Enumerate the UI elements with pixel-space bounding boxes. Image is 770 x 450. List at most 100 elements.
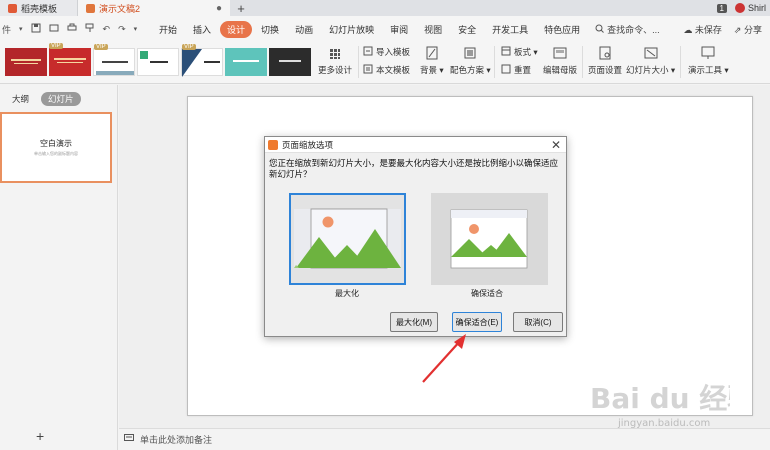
text-template-label: 本文模板 — [376, 65, 411, 75]
unsaved-label: 未保存 — [694, 24, 722, 35]
template-thumbnail[interactable] — [5, 48, 47, 76]
wps-presentation-icon — [268, 139, 278, 150]
dialog-message: 您正在缩放到新幻灯片大小，是要最大化内容大小还是按比例缩小以确保适应新幻灯片？ — [269, 158, 559, 179]
background-icon — [425, 46, 439, 62]
menu-developer[interactable]: 开发工具 — [485, 21, 535, 38]
vip-badge: VIP — [94, 44, 108, 50]
template-thumbnail[interactable]: VIP — [181, 44, 223, 77]
template-thumbnail[interactable] — [137, 48, 179, 76]
presentation-tools-label: 演示工具 ▾ — [688, 65, 729, 75]
presentation-tools-button[interactable]: 演示工具 ▾ — [688, 46, 729, 76]
template-thumbnail[interactable] — [269, 48, 311, 76]
redo-icon[interactable]: ↷ — [118, 24, 126, 35]
menu-security[interactable]: 安全 — [451, 21, 483, 38]
tab-docer-templates[interactable]: 稻壳模板 — [0, 0, 78, 16]
slide-size-button[interactable]: 幻灯片大小 ▾ — [626, 46, 675, 76]
command-search[interactable]: 查找命令、... — [589, 23, 666, 36]
close-icon[interactable]: ✕ — [551, 138, 561, 152]
reset-button[interactable]: 重置 — [501, 64, 531, 76]
ensure-fit-option[interactable] — [431, 193, 548, 285]
share-icon: ⇗ — [733, 24, 742, 35]
cancel-button[interactable]: 取消(C) — [513, 312, 563, 332]
template-thumbnail[interactable]: VIP — [93, 44, 135, 76]
color-scheme-button[interactable]: 配色方案 ▾ — [450, 46, 491, 76]
annotation-arrow-icon — [422, 334, 466, 383]
save-icon[interactable] — [31, 23, 41, 35]
color-scheme-label: 配色方案 ▾ — [450, 65, 491, 75]
notes-placeholder: 单击此处添加备注 — [140, 435, 213, 445]
undo-icon[interactable]: ↶ — [103, 24, 111, 35]
presentation-tools-text: 演示工具 — [688, 65, 723, 75]
grid-icon — [329, 48, 341, 62]
file-menu[interactable]: 件 — [2, 23, 11, 36]
color-scheme-text: 配色方案 — [450, 65, 485, 75]
tab-label: 稻壳模板 — [21, 3, 58, 14]
menubar-right: ☁ 未保存 ⇗ 分享 — [683, 23, 770, 36]
tab-presentation2[interactable]: 演示文稿2 ● — [78, 0, 230, 16]
ribbon-separator — [680, 46, 681, 78]
menu-features[interactable]: 特色应用 — [537, 21, 587, 38]
background-button[interactable]: 背景 ▾ — [420, 46, 444, 76]
import-icon — [363, 46, 373, 58]
page-scaling-dialog: 页面缩放选项 ✕ 您正在缩放到新幻灯片大小，是要最大化内容大小还是按比例缩小以确… — [264, 136, 567, 337]
menu-view[interactable]: 视图 — [417, 21, 449, 38]
notes-bar[interactable]: 单击此处添加备注 — [119, 428, 770, 450]
print-icon[interactable] — [67, 23, 77, 35]
menu-slideshow[interactable]: 幻灯片放映 — [322, 21, 381, 38]
background-label: 背景 ▾ — [420, 65, 444, 75]
layout-button[interactable]: 板式 ▾ — [501, 46, 538, 58]
template-gallery: VIP VIP VIP — [5, 43, 311, 78]
menu-insert[interactable]: 插入 — [186, 21, 218, 38]
watermark-brand-text: Bai du 经验 — [590, 382, 730, 415]
tab-outline[interactable]: 大纲 — [12, 93, 29, 105]
slide-size-label: 幻灯片大小 ▾ — [626, 65, 676, 75]
tab-bar: 稻壳模板 演示文稿2 ● + 1 Shirl — [0, 0, 770, 16]
print-preview-icon[interactable] — [49, 23, 59, 35]
menu-animations[interactable]: 动画 — [288, 21, 320, 38]
maximize-button[interactable]: 最大化(M) — [390, 312, 438, 332]
tab-label: 演示文稿2 — [99, 3, 141, 14]
chevron-down-icon[interactable]: ▾ — [134, 25, 138, 33]
menu-home[interactable]: 开始 — [152, 21, 184, 38]
template-thumbnail[interactable] — [225, 48, 267, 76]
user-name: Shirl — [747, 3, 766, 13]
import-template-button[interactable]: 导入模板 — [363, 46, 410, 58]
unsaved-status[interactable]: ☁ 未保存 — [683, 23, 722, 36]
more-designs-button[interactable]: 更多设计 — [318, 48, 352, 76]
chevron-down-icon[interactable]: ▾ — [19, 25, 23, 33]
ribbon-separator — [358, 46, 359, 78]
close-tab-icon[interactable]: ● — [216, 3, 222, 14]
user-account[interactable]: Shirl — [734, 3, 766, 13]
ensure-fit-button[interactable]: 确保适合(E) — [452, 312, 502, 332]
slide-thumbnail[interactable]: 空白演示 单击输入您的副标题内容 — [0, 112, 112, 183]
format-painter-icon[interactable] — [85, 23, 95, 35]
edit-master-button[interactable]: 编辑母版 — [543, 46, 577, 76]
design-ribbon: VIP VIP VIP 更多设计 导入模板 本文模板 背景 ▾ 配色方案 ▾ 板… — [0, 42, 770, 84]
import-template-label: 导入模板 — [376, 47, 411, 57]
menu-transitions[interactable]: 切换 — [254, 21, 286, 38]
maximize-option[interactable] — [289, 193, 406, 285]
add-slide-button[interactable]: + — [36, 428, 44, 444]
share-button[interactable]: ⇗ 分享 — [734, 23, 762, 36]
template-thumbnail[interactable]: VIP — [49, 43, 91, 76]
slide-thumbnail-subtitle: 单击输入您的副标题内容 — [34, 151, 78, 156]
cloud-icon: ☁ — [683, 24, 693, 35]
baidu-watermark-logo: Bai du 经验 — [590, 382, 730, 415]
menu-design[interactable]: 设计 — [220, 20, 253, 38]
ensure-fit-option-label: 确保适合 — [471, 289, 503, 298]
page-setup-icon — [598, 46, 612, 62]
vip-badge: VIP — [49, 43, 63, 49]
search-label: 查找命令、... — [607, 24, 660, 35]
reset-label: 重置 — [514, 65, 532, 75]
page-setup-button[interactable]: 页面设置 — [588, 46, 622, 76]
slide-size-text: 幻灯片大小 — [626, 65, 669, 75]
menu-review[interactable]: 审阅 — [383, 21, 415, 38]
text-template-button[interactable]: 本文模板 — [363, 64, 410, 76]
maximize-option-label: 最大化 — [335, 289, 359, 298]
new-tab-button[interactable]: + — [230, 0, 252, 16]
slide-panel: 大纲 幻灯片 空白演示 单击输入您的副标题内容 + — [0, 85, 118, 450]
dialog-title: 页面缩放选项 — [282, 139, 334, 150]
window-count-badge[interactable]: 1 — [716, 3, 727, 13]
tab-slides[interactable]: 幻灯片 — [41, 92, 81, 106]
layout-text: 板式 — [514, 47, 532, 57]
